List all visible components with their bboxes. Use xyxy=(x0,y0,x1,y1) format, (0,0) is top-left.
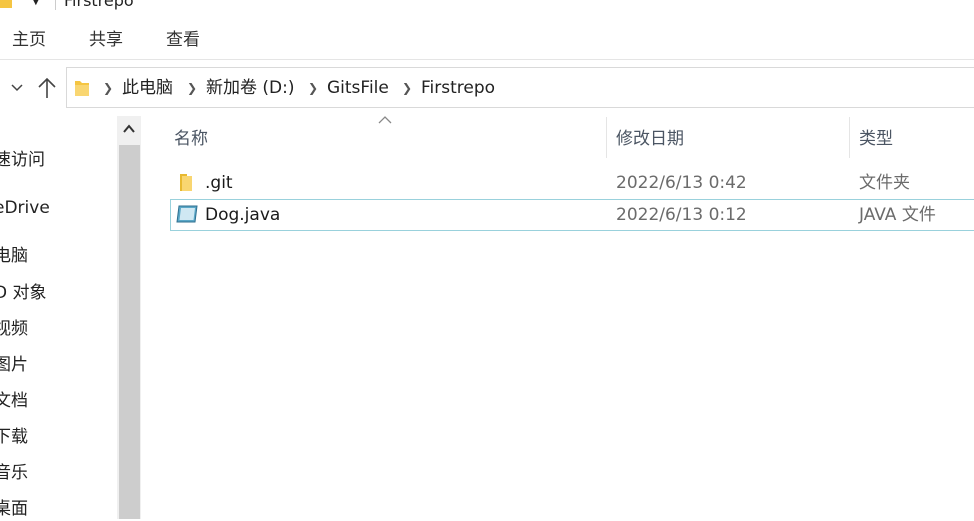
breadcrumb-firstrepo[interactable]: Firstrepo xyxy=(421,76,495,100)
nav-this-pc[interactable]: 电脑 xyxy=(0,244,28,268)
column-divider[interactable] xyxy=(849,117,850,158)
chevron-right-icon[interactable]: ❯ xyxy=(103,81,113,95)
column-header-date[interactable]: 修改日期 xyxy=(616,127,684,151)
nav-3d-objects[interactable]: D 对象 xyxy=(0,281,47,305)
title-separator xyxy=(55,0,56,10)
folder-icon xyxy=(0,0,12,8)
recent-locations-chevron-icon[interactable] xyxy=(10,80,24,94)
address-bar[interactable] xyxy=(66,67,974,108)
breadcrumb-drive[interactable]: 新加卷 (D:) xyxy=(206,76,295,100)
column-header-name[interactable]: 名称 xyxy=(174,127,208,151)
file-type: JAVA 文件 xyxy=(859,205,936,225)
file-date: 2022/6/13 0:12 xyxy=(616,205,747,225)
nav-onedrive[interactable]: eDrive xyxy=(0,196,50,220)
file-row-selected[interactable] xyxy=(170,199,974,231)
file-name[interactable]: Dog.java xyxy=(205,203,280,227)
file-name[interactable]: .git xyxy=(205,171,233,195)
ribbon-divider xyxy=(0,59,974,60)
java-file-icon xyxy=(176,205,198,223)
column-divider[interactable] xyxy=(606,117,607,158)
nav-downloads[interactable]: 下载 xyxy=(0,425,28,449)
nav-quick-access[interactable]: 速访问 xyxy=(0,148,45,172)
column-header-type[interactable]: 类型 xyxy=(859,127,893,151)
breadcrumb-gitsfile[interactable]: GitsFile xyxy=(327,76,389,100)
scrollbar-thumb[interactable] xyxy=(119,145,140,519)
folder-icon xyxy=(180,174,192,191)
chevron-right-icon[interactable]: ❯ xyxy=(187,81,197,95)
nav-desktop[interactable]: 桌面 xyxy=(0,497,28,521)
nav-pictures[interactable]: 图片 xyxy=(0,353,28,377)
chevron-right-icon[interactable]: ❯ xyxy=(402,81,412,95)
nav-documents[interactable]: 文档 xyxy=(0,389,28,413)
file-type: 文件夹 xyxy=(859,173,910,193)
tab-view[interactable]: 查看 xyxy=(166,28,200,52)
tab-home[interactable]: 主页 xyxy=(12,28,46,52)
nav-videos[interactable]: 视频 xyxy=(0,317,28,341)
title-bar: ▼ Firstrepo xyxy=(0,0,974,14)
up-arrow-icon[interactable] xyxy=(36,76,58,100)
tab-share[interactable]: 共享 xyxy=(89,28,123,52)
chevron-right-icon[interactable]: ❯ xyxy=(308,81,318,95)
sort-ascending-icon xyxy=(378,116,392,124)
file-date: 2022/6/13 0:42 xyxy=(616,173,747,193)
file-row[interactable] xyxy=(170,168,974,198)
window-title: Firstrepo xyxy=(64,0,134,10)
nav-music[interactable]: 音乐 xyxy=(0,461,28,485)
scroll-up-arrow-icon[interactable] xyxy=(121,121,137,137)
quick-access-dropdown-icon[interactable]: ▼ xyxy=(32,0,40,7)
folder-icon xyxy=(75,81,89,96)
breadcrumb-this-pc[interactable]: 此电脑 xyxy=(122,76,173,100)
